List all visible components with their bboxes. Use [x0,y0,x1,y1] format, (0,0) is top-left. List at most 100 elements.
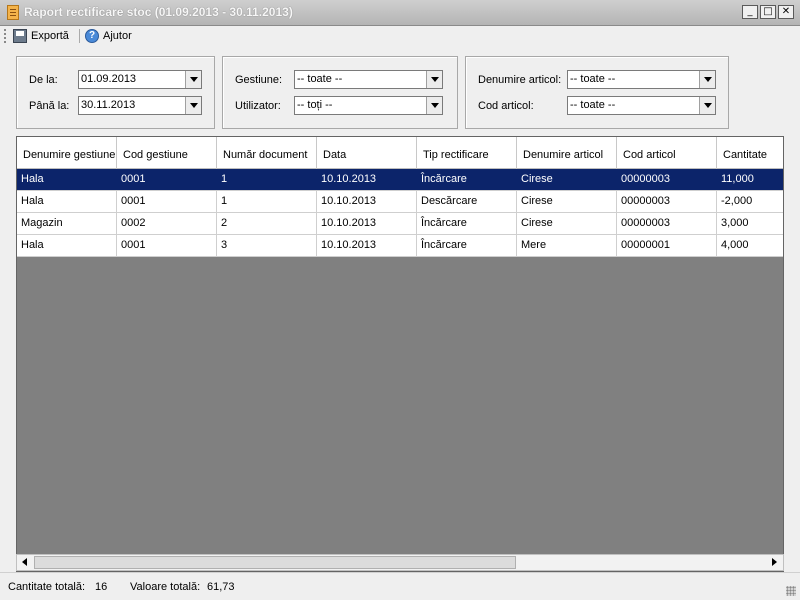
table-cell: 1 [217,169,317,190]
to-date-label: Până la: [29,100,70,112]
column-header[interactable]: Denumire gestiune [17,137,117,169]
table-cell: 0001 [117,235,217,256]
table-row[interactable]: Magazin 0002 2 10.10.2013 Încărcare Cire… [17,213,783,235]
from-date-label: De la: [29,74,58,86]
table-cell: Hala [17,235,117,256]
maximize-button[interactable]: □ [760,5,776,19]
from-date-value: 01.09.2013 [81,73,137,85]
gestiune-select[interactable]: -- toate -- [294,70,443,89]
horizontal-scrollbar[interactable] [16,554,784,571]
window-title: Raport rectificare stoc (01.09.2013 - 30… [24,5,293,19]
chevron-down-icon[interactable] [185,97,201,114]
table-cell: Mere [517,235,617,256]
table-cell: Încărcare [417,169,517,190]
toolbar-grip[interactable] [4,29,6,43]
table-cell: 00000003 [617,213,717,234]
help-button[interactable]: ? Ajutor [85,27,132,45]
article-name-value: -- toate -- [570,73,616,85]
article-code-select[interactable]: -- toate -- [567,96,716,115]
table-cell: 3 [217,235,317,256]
toolbar-separator [79,29,80,43]
resize-grip-icon[interactable] [786,586,796,596]
article-code-value: -- toate -- [570,99,616,111]
gestiune-label: Gestiune: [235,74,283,86]
scroll-right-arrow-icon[interactable] [766,555,783,570]
article-code-label: Cod articol: [478,100,534,112]
total-quantity-label: Cantitate totală: [8,581,86,593]
table-cell: Hala [17,169,117,190]
column-header[interactable]: Cantitate [717,137,783,169]
chevron-down-icon[interactable] [699,97,715,114]
total-value-value: 61,73 [207,581,235,593]
table-cell: 10.10.2013 [317,169,417,190]
table-row[interactable]: Hala 0001 1 10.10.2013 Încărcare Cirese … [17,169,783,191]
table-cell: 00000003 [617,169,717,190]
column-header[interactable]: Tip rectificare [417,137,517,169]
chevron-down-icon[interactable] [185,71,201,88]
table-row[interactable]: Hala 0001 1 10.10.2013 Descărcare Cirese… [17,191,783,213]
table-row[interactable]: Hala 0001 3 10.10.2013 Încărcare Mere 00… [17,235,783,257]
stock-adjustment-grid[interactable]: Denumire gestiune Cod gestiune Număr doc… [16,136,784,572]
table-cell: Cirese [517,191,617,212]
table-cell: 4,000 [717,235,783,256]
table-cell: Încărcare [417,213,517,234]
table-cell: 10.10.2013 [317,191,417,212]
main-content: De la: 01.09.2013 Până la: 30.11.2013 Ge… [0,46,800,572]
title-bar: Raport rectificare stoc (01.09.2013 - 30… [0,0,800,26]
scrollbar-thumb[interactable] [34,556,516,569]
table-cell: Cirese [517,213,617,234]
gestiune-value: -- toate -- [297,73,343,85]
table-cell: 10.10.2013 [317,213,417,234]
article-name-label: Denumire articol: [478,74,562,86]
total-value-label: Valoare totală: [130,581,201,593]
chevron-down-icon[interactable] [426,71,442,88]
table-cell: 00000001 [617,235,717,256]
close-button[interactable]: ✕ [778,5,794,19]
date-filter-panel: De la: 01.09.2013 Până la: 30.11.2013 [16,56,215,129]
chevron-down-icon[interactable] [426,97,442,114]
table-cell: 0001 [117,191,217,212]
table-cell: -2,000 [717,191,783,212]
table-cell: 0002 [117,213,217,234]
table-cell: 11,000 [717,169,783,190]
status-bar: Cantitate totală: 16 Valoare totală: 61,… [0,572,800,600]
chevron-down-icon[interactable] [699,71,715,88]
user-select[interactable]: -- toți -- [294,96,443,115]
export-button[interactable]: Exportă [13,27,69,45]
save-icon [13,29,27,43]
user-value: -- toți -- [297,99,333,111]
table-cell: Descărcare [417,191,517,212]
from-date-picker[interactable]: 01.09.2013 [78,70,202,89]
table-cell: Încărcare [417,235,517,256]
total-quantity-value: 16 [95,581,108,593]
toolbar: Exportă ? Ajutor [0,26,800,46]
table-cell: 3,000 [717,213,783,234]
location-filter-panel: Gestiune: -- toate -- Utilizator: -- toț… [222,56,458,129]
table-cell: 10.10.2013 [317,235,417,256]
export-label: Exportă [31,30,69,42]
grid-header: Denumire gestiune Cod gestiune Număr doc… [17,137,783,169]
column-header[interactable]: Cod gestiune [117,137,217,169]
column-header[interactable]: Denumire articol [517,137,617,169]
minimize-button[interactable]: _ [742,5,758,19]
article-name-select[interactable]: -- toate -- [567,70,716,89]
user-label: Utilizator: [235,100,281,112]
table-cell: Hala [17,191,117,212]
article-filter-panel: Denumire articol: -- toate -- Cod artico… [465,56,729,129]
table-cell: 0001 [117,169,217,190]
to-date-picker[interactable]: 30.11.2013 [78,96,202,115]
scroll-left-arrow-icon[interactable] [17,555,34,570]
table-cell: 2 [217,213,317,234]
table-cell: 1 [217,191,317,212]
report-icon [7,5,19,20]
help-label: Ajutor [103,30,132,42]
table-cell: Magazin [17,213,117,234]
column-header[interactable]: Număr document [217,137,317,169]
column-header[interactable]: Data [317,137,417,169]
help-icon: ? [85,29,99,43]
grid-rows: Hala 0001 1 10.10.2013 Încărcare Cirese … [17,169,783,257]
to-date-value: 30.11.2013 [81,99,136,111]
column-header[interactable]: Cod articol [617,137,717,169]
table-cell: 00000003 [617,191,717,212]
table-cell: Cirese [517,169,617,190]
